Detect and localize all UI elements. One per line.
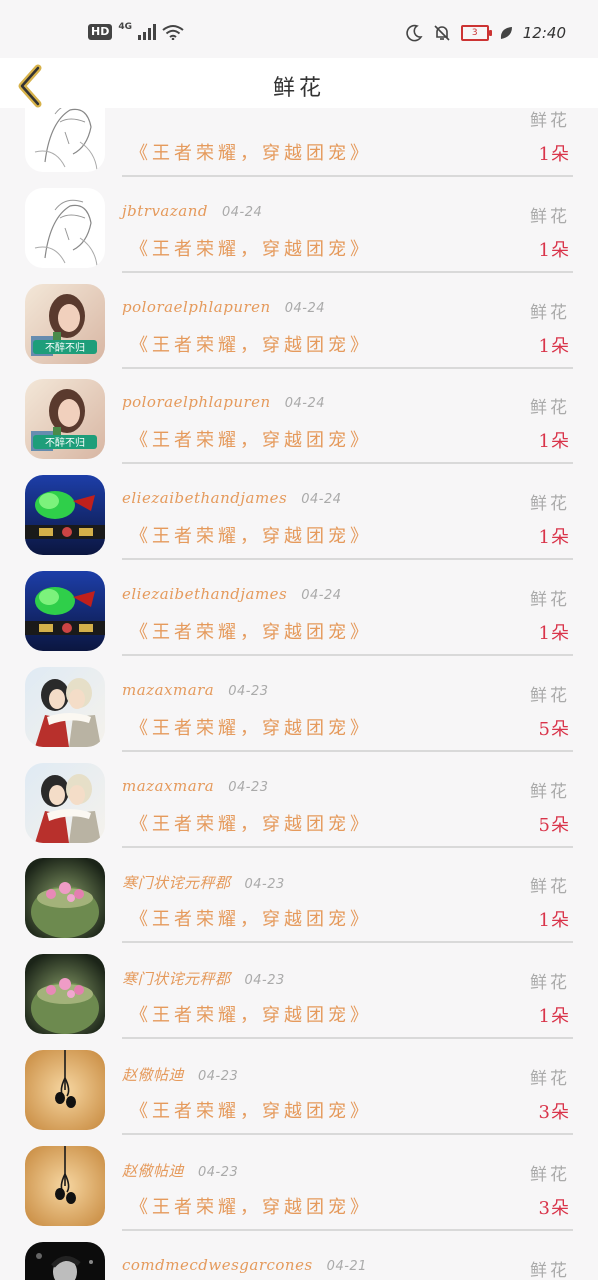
list-item[interactable]: 赵儆帖迪 04-23 鲜花 《王者荣耀，穿越团宠》 3朵 (0, 1018, 598, 1135)
network-type: 4G (118, 22, 132, 32)
list-item[interactable]: 鲜花 《王者荣耀，穿越团宠》 1朵 (0, 108, 598, 177)
gift-type-label: 鲜花 (530, 877, 570, 898)
gift-date: 04-23 (228, 779, 269, 795)
gift-type-label: 鲜花 (530, 781, 570, 802)
user-name[interactable]: 寒门状诧元秤郡 04-23 (122, 968, 285, 989)
gift-date: 04-23 (228, 683, 269, 699)
user-name[interactable]: 赵儆帖迪 04-23 (122, 1160, 238, 1181)
gift-type-label: 鲜花 (530, 589, 570, 610)
hd-badge: HD (88, 24, 113, 40)
gift-type-label: 鲜花 (530, 973, 570, 994)
gift-type-label: 鲜花 (530, 1260, 570, 1280)
gift-date: 04-24 (284, 300, 326, 316)
list-item[interactable]: eliezaibethandjames 04-24 鲜花 《王者荣耀，穿越团宠》 1朵 (0, 539, 598, 656)
user-name-text[interactable]: jbtrvazand (122, 202, 208, 220)
gift-type-label: 鲜花 (530, 685, 570, 706)
user-name[interactable]: poloraelphlapuren 04-24 (122, 393, 325, 411)
list-item[interactable]: mazaxmara 04-23 鲜花 《王者荣耀，穿越团宠》 5朵 (0, 635, 598, 752)
list-item[interactable]: 寒门状诧元秤郡 04-23 鲜花 《王者荣耀，穿越团宠》 1朵 (0, 826, 598, 944)
gift-date: 04-24 (284, 396, 326, 412)
gift-type-label: 鲜花 (530, 494, 570, 515)
gift-date: 04-24 (221, 204, 263, 220)
list-item[interactable]: 不醉不归 poloraelphlapuren 04-24 鲜花 《王者荣耀，穿越团宠》 1… (0, 252, 598, 369)
user-name[interactable]: mazaxmara 04-23 (122, 681, 269, 699)
clock: 12:40 (522, 24, 566, 42)
list-item[interactable]: comdmecdwesgarcones04-21鲜花《王者荣耀，穿越团宠》1朵 (0, 1210, 598, 1280)
user-name[interactable] (122, 108, 136, 124)
user-name-text[interactable]: eliezaibethandjames (122, 585, 287, 603)
user-name-text[interactable]: mazaxmara (122, 681, 214, 699)
list-item[interactable]: 赵儆帖迪 04-23 鲜花 《王者荣耀，穿越团宠》 3朵 (0, 1114, 598, 1231)
status-left: HD 4G (88, 22, 184, 40)
list-item[interactable]: 寒门状诧元秤郡 04-23 鲜花 《王者荣耀，穿越团宠》 1朵 (0, 922, 598, 1040)
user-name-text[interactable]: poloraelphlapuren (122, 393, 271, 411)
user-name[interactable]: eliezaibethandjames 04-24 (122, 489, 342, 507)
user-name-text[interactable]: poloraelphlapuren (122, 298, 271, 316)
gift-type-label: 鲜花 (530, 1068, 570, 1089)
status-right: 3 12:40 (405, 24, 566, 42)
user-name[interactable]: jbtrvazand 04-24 (122, 202, 262, 220)
dark-portrait-avatar[interactable] (25, 1241, 105, 1280)
user-name[interactable]: comdmecdwesgarcones 04-21 (122, 1256, 367, 1274)
battery-icon: 3 (460, 25, 492, 41)
user-name[interactable]: 寒门状诧元秤郡 04-23 (122, 872, 285, 893)
user-name-text[interactable]: comdmecdwesgarcones (122, 1256, 313, 1274)
user-name-text[interactable]: mazaxmara (122, 777, 214, 795)
user-name[interactable]: eliezaibethandjames 04-24 (122, 585, 342, 603)
gift-type-label: 鲜花 (530, 206, 570, 227)
leaf-icon (500, 27, 512, 39)
user-name-text[interactable]: 赵儆帖迪 (122, 1162, 184, 1180)
moon-icon (406, 24, 423, 42)
wifi-icon (162, 25, 184, 40)
flower-list[interactable]: 鲜花 《王者荣耀，穿越团宠》 1朵 jbtrvazand 04-24 鲜花 《王者荣耀，穿越… (0, 108, 598, 1280)
list-item[interactable]: mazaxmara 04-23 鲜花 《王者荣耀，穿越团宠》 5朵 (0, 731, 598, 848)
gift-date: 04-21 (326, 1258, 367, 1274)
gift-type-label: 鲜花 (530, 111, 570, 131)
list-item[interactable]: 不醉不归 poloraelphlapuren 04-24 鲜花 《王者荣耀，穿越团宠》 1… (0, 347, 598, 465)
gift-type-label: 鲜花 (530, 1164, 570, 1185)
list-item[interactable]: jbtrvazand 04-24 鲜花 《王者荣耀，穿越团宠》 1朵 (0, 156, 598, 273)
page-title: 鲜花 (272, 76, 325, 101)
user-name-text[interactable]: eliezaibethandjames (122, 489, 287, 507)
gift-date: 04-24 (301, 492, 342, 508)
user-name-text[interactable]: 寒门状诧元秤郡 (122, 874, 231, 892)
gift-date: 04-23 (244, 973, 285, 989)
signal-icon (138, 24, 156, 40)
header-bar: 鲜花 (0, 58, 598, 108)
user-name[interactable]: mazaxmara 04-23 (122, 777, 269, 795)
gift-date: 04-23 (198, 1068, 239, 1084)
status-bar: HD 4G 3 12:40 (0, 0, 598, 56)
gift-date: 04-24 (301, 587, 342, 603)
user-name[interactable]: poloraelphlapuren 04-24 (122, 298, 325, 316)
user-name[interactable]: 赵儆帖迪 04-23 (122, 1064, 238, 1085)
gift-date: 04-23 (198, 1164, 239, 1180)
user-name-text[interactable]: 赵儆帖迪 (122, 1066, 184, 1084)
list-item[interactable]: eliezaibethandjames 04-24 鲜花 《王者荣耀，穿越团宠》 1朵 (0, 443, 598, 561)
gift-type-label: 鲜花 (530, 302, 570, 323)
gift-type-label: 鲜花 (530, 398, 570, 419)
user-name-text[interactable]: 寒门状诧元秤郡 (122, 970, 231, 988)
gift-date: 04-23 (244, 877, 285, 893)
bell-off-icon (434, 25, 450, 41)
